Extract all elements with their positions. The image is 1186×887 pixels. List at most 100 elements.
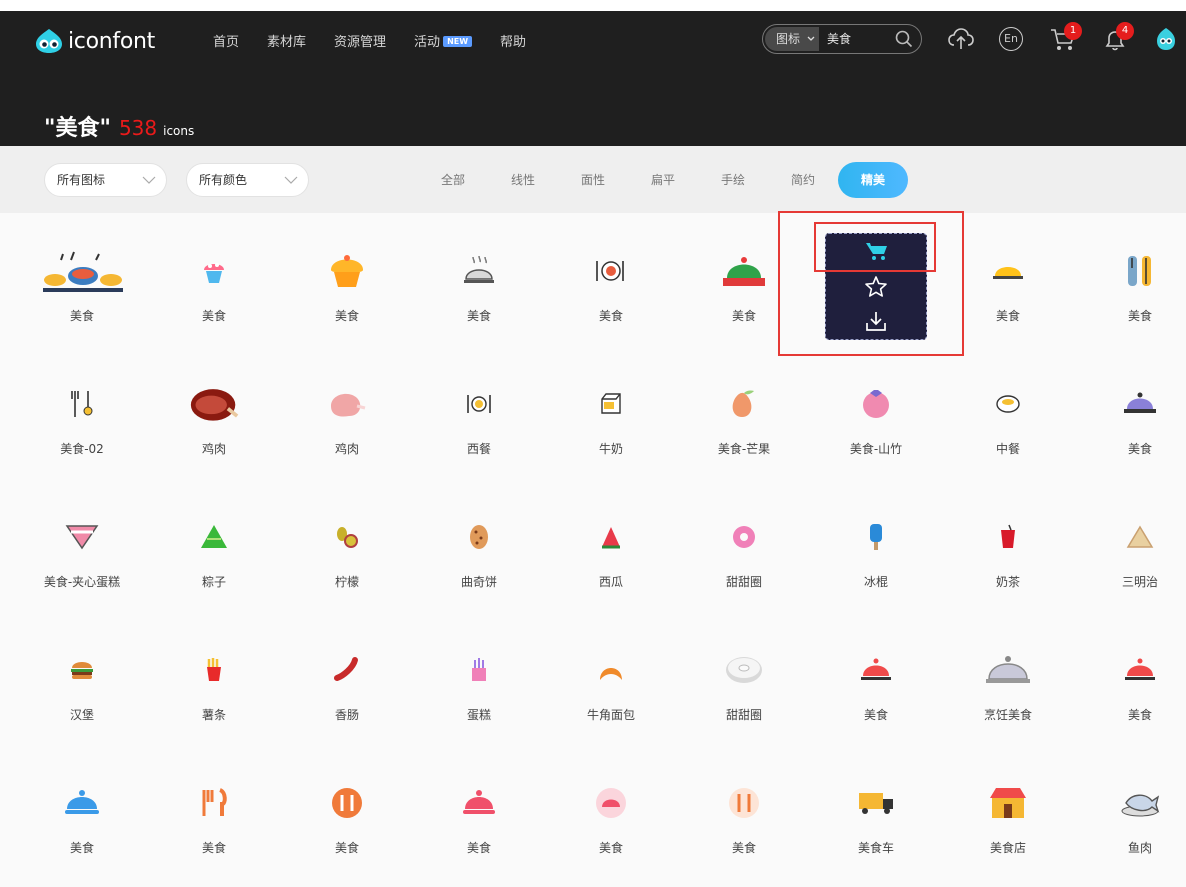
icon-card[interactable]: 三明治	[1074, 479, 1186, 612]
orange-cutlery-icon	[189, 778, 239, 828]
icon-label: 薯条	[201, 708, 226, 722]
icon-card[interactable]: 西餐	[413, 346, 545, 479]
icon-card[interactable]: 粽子	[148, 479, 280, 612]
icon-card[interactable]: 汉堡	[16, 612, 148, 745]
icon-label: 甜甜圈	[725, 575, 762, 589]
icon-card[interactable]: 美食	[413, 745, 545, 878]
nav-home[interactable]: 首页	[213, 31, 239, 50]
tab-outline[interactable]: 线性	[488, 162, 558, 198]
nav-help[interactable]: 帮助	[500, 31, 526, 50]
icon-card[interactable]: 牛角面包	[545, 612, 677, 745]
icon-label: 美食	[334, 841, 359, 855]
icon-label: 美食	[598, 309, 623, 323]
icon-card[interactable]: 美食-山竹	[810, 346, 942, 479]
tab-filled[interactable]: 面性	[558, 162, 628, 198]
icon-card[interactable]: 冰棍	[810, 479, 942, 612]
icon-card[interactable]: 西瓜	[545, 479, 677, 612]
icon-card[interactable]: 美食	[545, 213, 677, 346]
tab-exquisite[interactable]: 精美	[838, 162, 908, 198]
icon-card[interactable]: 奶茶	[942, 479, 1074, 612]
search-box[interactable]: 图标 美食	[762, 24, 922, 54]
milk-box-icon	[586, 379, 636, 429]
icon-label: 美食	[466, 309, 491, 323]
icon-card[interactable]: 美食	[148, 745, 280, 878]
icon-label: 美食-02	[60, 442, 104, 456]
icon-label: 美食	[466, 841, 491, 855]
highlight-box-cart	[814, 222, 936, 272]
icon-card[interactable]: 甜甜圈	[678, 612, 810, 745]
icon-label: 鸡肉	[334, 442, 359, 456]
icon-card[interactable]: 美食-夹心蛋糕	[16, 479, 148, 612]
pink-round-cloche-icon	[586, 778, 636, 828]
search-icon[interactable]	[895, 30, 913, 48]
tab-simple[interactable]: 简约	[768, 162, 838, 198]
icon-label: 牛角面包	[586, 708, 635, 722]
cupcake-icon	[189, 246, 239, 296]
tab-handdrawn[interactable]: 手绘	[698, 162, 768, 198]
plate-cutlery-icon	[586, 246, 636, 296]
icon-label: 曲奇饼	[460, 575, 497, 589]
tab-flat[interactable]: 扁平	[628, 162, 698, 198]
icon-card[interactable]: 美食	[148, 213, 280, 346]
icon-card[interactable]: 美食	[1074, 213, 1186, 346]
icon-label: 粽子	[201, 575, 226, 589]
logo-icon	[36, 29, 62, 53]
search-query: "美食"	[44, 116, 111, 141]
watermelon-icon	[586, 512, 636, 562]
icon-card[interactable]: 柠檬	[281, 479, 413, 612]
icon-card[interactable]: 美食	[281, 745, 413, 878]
search-type-select[interactable]: 图标	[765, 27, 819, 51]
star-icon[interactable]	[864, 275, 888, 298]
icon-label: 美食	[1127, 708, 1152, 722]
icon-card[interactable]: 美食	[1074, 612, 1186, 745]
icon-card[interactable]: 美食	[545, 745, 677, 878]
language-icon[interactable]: En	[999, 27, 1023, 51]
upload-icon[interactable]	[947, 26, 975, 52]
icon-label: 美食	[731, 841, 756, 855]
icon-card[interactable]: 美食	[16, 213, 148, 346]
color-select[interactable]: 所有颜色	[186, 163, 309, 197]
icon-type-value: 所有图标	[57, 173, 106, 187]
popsicle-icon	[851, 512, 901, 562]
icon-card[interactable]: 美食	[281, 213, 413, 346]
nav-library[interactable]: 素材库	[267, 31, 306, 50]
icon-label: 美食	[1127, 309, 1152, 323]
icon-card[interactable]: 美食车	[810, 745, 942, 878]
layer-cake-icon	[57, 512, 107, 562]
icon-card[interactable]: 甜甜圈	[678, 479, 810, 612]
icon-label: 美食店	[989, 841, 1026, 855]
tab-all[interactable]: 全部	[418, 162, 488, 198]
glazed-donut-icon	[719, 645, 769, 695]
logo[interactable]: iconfont	[34, 28, 155, 54]
avatar[interactable]	[1155, 26, 1177, 52]
icon-card[interactable]: 曲奇饼	[413, 479, 545, 612]
icon-card[interactable]: 蛋糕	[413, 612, 545, 745]
cloche-icon	[454, 246, 504, 296]
search-input[interactable]: 美食	[827, 25, 851, 53]
icon-card[interactable]: 美食	[413, 213, 545, 346]
green-cloche-icon	[719, 246, 769, 296]
fries-icon	[189, 645, 239, 695]
icon-label: 美食车	[857, 841, 894, 855]
icon-card[interactable]: 薯条	[148, 612, 280, 745]
nav-resources[interactable]: 资源管理	[334, 31, 386, 50]
icon-card[interactable]: 中餐	[942, 346, 1074, 479]
icon-card[interactable]: 美食-02	[16, 346, 148, 479]
icon-card[interactable]: 鱼肉	[1074, 745, 1186, 878]
download-icon[interactable]	[865, 310, 887, 332]
icon-card[interactable]: 美食	[810, 612, 942, 745]
icon-card[interactable]: 鸡肉	[281, 346, 413, 479]
muffin-icon	[322, 246, 372, 296]
icon-card[interactable]: 香肠	[281, 612, 413, 745]
lemon-icon	[322, 512, 372, 562]
icon-card[interactable]: 牛奶	[545, 346, 677, 479]
icon-card[interactable]: 美食	[1074, 346, 1186, 479]
icon-card[interactable]: 美食	[16, 745, 148, 878]
nav-events[interactable]: 活动 NEW	[414, 31, 473, 50]
icon-type-select[interactable]: 所有图标	[44, 163, 167, 197]
icon-card[interactable]: 鸡肉	[148, 346, 280, 479]
icon-card[interactable]: 美食	[678, 745, 810, 878]
icon-card[interactable]: 烹饪美食	[942, 612, 1074, 745]
icon-card[interactable]: 美食-芒果	[678, 346, 810, 479]
icon-card[interactable]: 美食店	[942, 745, 1074, 878]
